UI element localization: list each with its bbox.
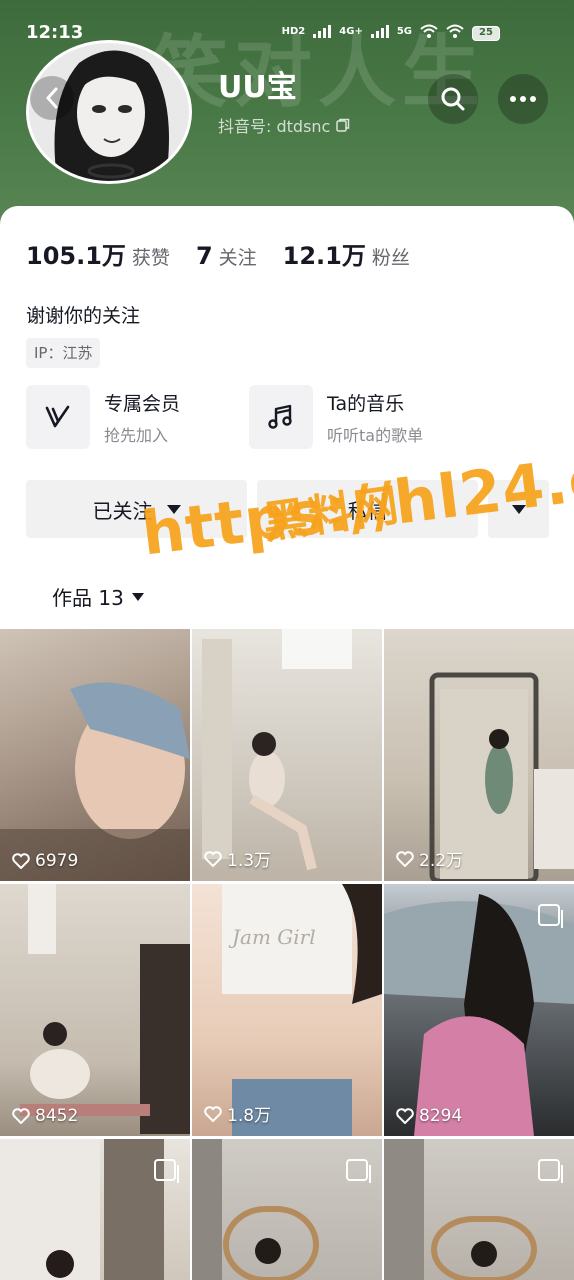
stat-followers-label: 粉丝 [371,247,410,269]
stat-likes-value: 105.1万 [26,242,126,270]
multi-image-icon [538,1159,563,1183]
video-thumbnail [429,672,574,881]
douyin-id[interactable]: 抖音号: dtdsnc [218,113,350,137]
hd-icon: HD2 [281,25,306,37]
heart-icon [396,1108,414,1124]
like-count-value: 1.3万 [227,851,272,871]
video-thumbnail [0,682,190,881]
like-count-value: 8294 [419,1106,463,1126]
douyin-id-text: 抖音号: dtdsnc [218,117,331,136]
network-4g-icon: 4G+ [339,25,363,37]
profile-stats: 105.1万 获赞 7 关注 12.1万 粉丝 [26,236,436,271]
video-thumbnail [20,884,190,1134]
copy-icon[interactable] [336,118,350,132]
battery-icon: 25 [472,26,500,41]
music-entry[interactable]: Ta的音乐 听听ta的歌单 [249,384,423,450]
video-tile[interactable]: 1.3万 [192,629,382,881]
music-title: Ta的音乐 [327,392,405,415]
video-tile[interactable] [0,1139,190,1280]
vip-title: 专属会员 [104,392,181,415]
chevron-left-icon [45,87,58,109]
back-button[interactable] [30,76,74,120]
multi-image-icon [538,904,563,928]
status-icons: HD2 4G+ 5G [282,24,464,38]
multi-image-icon [346,1159,371,1183]
video-thumbnail: Jam Girl [222,884,382,1136]
like-count: 1.3万 [204,846,271,871]
stat-followers-value: 12.1万 [282,242,366,270]
like-count: 8452 [12,1106,78,1126]
like-count: 1.8万 [204,1101,271,1126]
wifi-icon-2 [446,24,464,38]
like-count-value: 2.2万 [419,851,464,871]
more-dots-icon [510,96,536,102]
heart-icon [204,1105,222,1122]
search-icon [441,87,465,111]
video-tile[interactable]: 6979 [0,629,190,881]
signal-icon [313,24,332,38]
stat-following-label: 关注 [218,247,257,269]
network-5g-icon: 5G [396,25,412,37]
video-tile[interactable]: 2.2万 [384,629,574,881]
video-thumbnail [202,629,352,871]
like-count-value: 6979 [35,851,79,871]
heart-icon [204,850,222,867]
stat-following-value: 7 [195,242,213,270]
svg-text:Jam Girl: Jam Girl [228,925,316,949]
video-tile[interactable] [384,1139,574,1280]
wifi-icon [420,24,438,38]
video-tile[interactable]: 8294 [384,884,574,1136]
like-count: 2.2万 [396,846,463,871]
video-tile[interactable] [192,1139,382,1280]
status-time: 12:13 [26,22,84,43]
multi-image-icon [154,1159,179,1183]
search-button[interactable] [428,74,478,124]
bio-text: 谢谢你的关注 [26,305,141,327]
vip-entry[interactable]: 专属会员 抢先加入 [26,384,180,450]
stat-likes: 105.1万 获赞 [26,236,170,271]
stat-likes-label: 获赞 [131,247,170,269]
caret-down-icon [131,592,144,601]
vip-subtitle: 抢先加入 [104,425,169,445]
vip-v-icon [26,385,90,449]
heart-icon [12,1108,30,1124]
heart-icon [12,853,30,869]
tab-works-label: 作品 13 [52,586,124,610]
more-button[interactable] [498,74,548,124]
profile-header: 笑对人生 12:13 HD2 4G+ 5G 25 UU宝 抖音号: dtdsnc [0,0,574,230]
music-subtitle: 听听ta的歌单 [327,425,424,445]
like-count-value: 1.8万 [227,1106,272,1126]
video-tile[interactable]: 8452 [0,884,190,1136]
tab-works[interactable]: 作品 13 [52,582,144,611]
nickname: UU宝 [218,70,297,105]
like-count: 8294 [396,1106,462,1126]
like-count-value: 8452 [35,1106,79,1126]
heart-icon [396,850,414,867]
video-tile[interactable]: Jam Girl 1.8万 [192,884,382,1136]
music-note-icon [249,385,313,449]
stat-following[interactable]: 7 关注 [196,242,257,270]
ip-tag: IP：江苏 [26,338,101,368]
stat-followers[interactable]: 12.1万 粉丝 [283,236,410,271]
signal-icon-2 [370,24,389,38]
like-count: 6979 [12,851,78,871]
